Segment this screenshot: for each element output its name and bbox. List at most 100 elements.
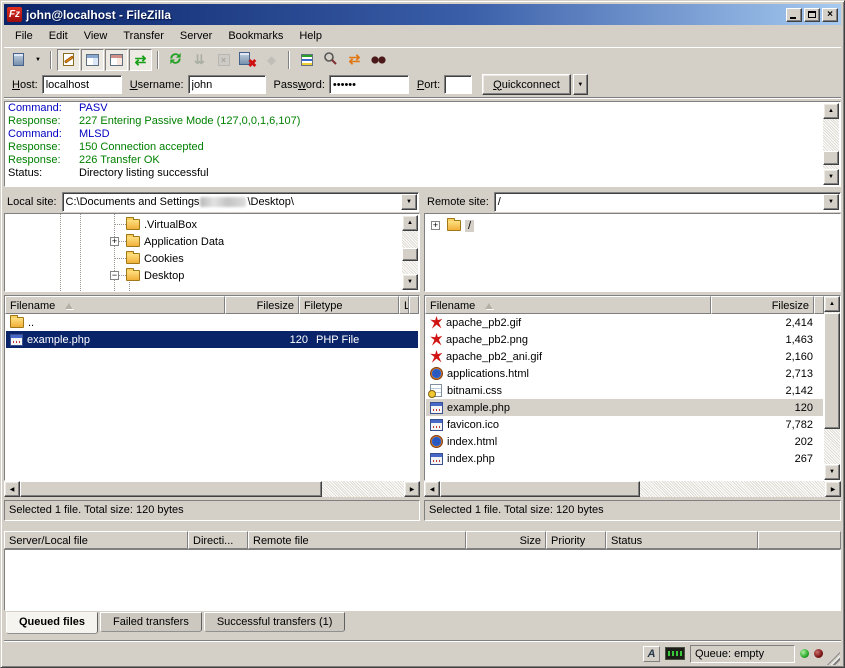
filename-filters-button[interactable] (295, 49, 318, 71)
column-header-filesize[interactable]: Filesize (711, 296, 815, 314)
local-hscrollbar[interactable]: ◀ ▶ (4, 481, 420, 497)
scroll-down-button[interactable]: ▼ (402, 274, 418, 290)
tree-item[interactable]: .VirtualBox (126, 216, 197, 233)
binoculars-icon (371, 55, 386, 65)
scroll-thumb[interactable] (20, 481, 322, 497)
file-row[interactable]: example.php120PHP File1 (6, 331, 418, 348)
maximize-button[interactable] (804, 8, 820, 22)
scroll-up-button[interactable]: ▲ (402, 215, 418, 231)
tree-expander[interactable]: + (110, 237, 119, 246)
tab-failed-transfers[interactable]: Failed transfers (100, 612, 202, 632)
file-row[interactable]: example.php120 (426, 399, 823, 416)
port-field[interactable] (444, 75, 472, 94)
column-header-filesize[interactable]: Filesize (225, 296, 299, 314)
toggle-remote-tree-button[interactable] (105, 49, 128, 71)
site-manager-dropdown-button[interactable]: ▼ (31, 49, 45, 71)
directory-comparison-button[interactable] (319, 49, 342, 71)
scroll-up-button[interactable]: ▲ (823, 103, 839, 119)
scroll-thumb[interactable] (402, 248, 418, 261)
log-entry-text: MLSD (79, 128, 110, 141)
file-row[interactable]: apache_pb2.gif2,414 (426, 314, 823, 331)
log-scrollbar[interactable]: ▲ ▼ (823, 103, 839, 185)
file-row[interactable]: index.php267 (426, 450, 823, 467)
file-row[interactable]: apache_pb2.png1,463 (426, 331, 823, 348)
toggle-transfer-queue-button[interactable]: ⇄ (129, 49, 152, 71)
disconnect-button[interactable]: ✖ (236, 49, 259, 71)
tree-expander[interactable]: − (110, 271, 119, 280)
menu-file[interactable]: File (7, 28, 41, 44)
php-file-icon (10, 334, 23, 346)
file-row[interactable]: apache_pb2_ani.gif2,160 (426, 348, 823, 365)
column-header-remotefile[interactable]: Remote file (248, 531, 466, 549)
scroll-left-button[interactable]: ◀ (4, 481, 20, 497)
cancel-operation-button[interactable]: × (212, 49, 235, 71)
column-header-size[interactable]: Size (466, 531, 546, 549)
scroll-thumb[interactable] (823, 151, 839, 165)
tab-queued-files[interactable]: Queued files (6, 612, 98, 634)
menu-view[interactable]: View (76, 28, 116, 44)
tree-item[interactable]: / (447, 217, 474, 234)
local-site-dropdown-button[interactable]: ▼ (401, 194, 417, 210)
log-entry-text: PASV (79, 102, 108, 115)
file-row[interactable]: applications.html2,713 (426, 365, 823, 382)
find-files-button[interactable] (367, 49, 390, 71)
tree-expander[interactable]: + (431, 221, 440, 230)
process-queue-button[interactable]: ⇊ (188, 49, 211, 71)
toggle-local-tree-button[interactable] (81, 49, 104, 71)
scroll-down-button[interactable]: ▼ (823, 169, 839, 185)
scroll-right-button[interactable]: ▶ (825, 481, 841, 497)
local-site-combobox[interactable]: C:\Documents and Settings\Desktop\ ▼ (62, 192, 419, 212)
speed-limit-icon[interactable] (665, 647, 685, 660)
remote-site-dropdown-button[interactable]: ▼ (823, 194, 839, 210)
tab-successful-transfers-[interactable]: Successful transfers (1) (204, 612, 346, 632)
close-button[interactable]: × (822, 8, 838, 22)
toggle-message-log-button[interactable] (57, 49, 80, 71)
tree-item[interactable]: Cookies (126, 250, 184, 267)
menu-edit[interactable]: Edit (41, 28, 76, 44)
file-row[interactable]: .. (6, 314, 418, 331)
file-row[interactable]: bitnami.css2,142 (426, 382, 823, 399)
tree-item[interactable]: Desktop (126, 267, 184, 284)
column-header-l[interactable]: L (399, 296, 409, 314)
resize-grip[interactable] (827, 652, 840, 665)
quickconnect-dropdown-button[interactable]: ▼ (573, 74, 588, 95)
scroll-thumb[interactable] (824, 313, 840, 429)
file-row[interactable]: index.html202 (426, 433, 823, 450)
column-header-filename[interactable]: Filename (425, 296, 711, 314)
menu-server[interactable]: Server (172, 28, 220, 44)
scroll-left-button[interactable]: ◀ (424, 481, 440, 497)
scroll-up-button[interactable]: ▲ (824, 296, 840, 312)
filename-text: bitnami.css (447, 385, 502, 397)
remote-vscrollbar[interactable]: ▲ ▼ (824, 296, 840, 480)
menu-transfer[interactable]: Transfer (115, 28, 172, 44)
transfer-type-icon[interactable]: A (643, 646, 660, 662)
scroll-thumb[interactable] (440, 481, 640, 497)
password-field[interactable] (329, 75, 409, 94)
column-header-serverlocalfile[interactable]: Server/Local file (4, 531, 188, 549)
quickconnect-button[interactable]: Quickconnect (482, 74, 571, 95)
remote-site-combobox[interactable]: / ▼ (494, 192, 841, 212)
column-header-directi[interactable]: Directi... (188, 531, 248, 549)
synchronized-browsing-button[interactable]: ⇄ (343, 49, 366, 71)
minimize-button[interactable] (786, 8, 802, 22)
scroll-down-button[interactable]: ▼ (824, 464, 840, 480)
scroll-right-button[interactable]: ▶ (404, 481, 420, 497)
menu-help[interactable]: Help (291, 28, 330, 44)
column-header-priority[interactable]: Priority (546, 531, 606, 549)
reconnect-button[interactable]: ◆ (260, 49, 283, 71)
file-row[interactable]: favicon.ico7,782 (426, 416, 823, 433)
column-header-filename[interactable]: Filename (5, 296, 225, 314)
column-header-filetype[interactable]: Filetype (299, 296, 399, 314)
menu-bookmarks[interactable]: Bookmarks (220, 28, 291, 44)
file-cell-text: 202 (795, 436, 813, 448)
host-field[interactable] (42, 75, 122, 94)
column-header-status[interactable]: Status (606, 531, 758, 549)
file-cell (817, 365, 823, 382)
refresh-button[interactable] (164, 49, 187, 71)
column-header-stub (758, 531, 841, 549)
local-tree-scrollbar[interactable]: ▲ ▼ (402, 215, 418, 290)
remote-hscrollbar[interactable]: ◀ ▶ (424, 481, 841, 497)
username-field[interactable] (188, 75, 266, 94)
tree-item[interactable]: Application Data (126, 233, 224, 250)
open-site-manager-button[interactable] (7, 49, 30, 71)
